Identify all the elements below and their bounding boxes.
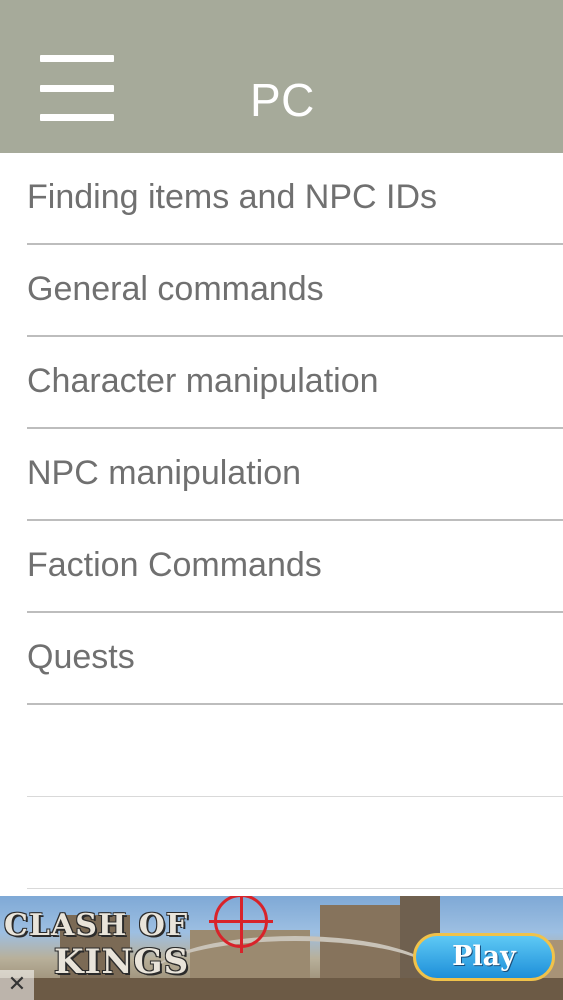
list-item-label: Finding items and NPC IDs [27,178,438,216]
app-screen: PC Finding items and NPC IDs General com… [0,0,563,1000]
ad-brand-line1: CLASH OF [4,908,189,943]
list-item-finding-items[interactable]: Finding items and NPC IDs [0,153,563,245]
menu-bar-bottom [40,114,114,121]
list-item-general-commands[interactable]: General commands [0,245,563,337]
ad-close-icon[interactable]: ✕ [0,970,34,1000]
list-item-quests[interactable]: Quests [0,613,563,705]
list-item-empty [0,705,563,797]
list-item-label: NPC manipulation [27,454,302,492]
app-header: PC [0,0,563,153]
list-item-label: Quests [27,638,135,676]
list-item-label: General commands [27,270,324,308]
menu-bar-middle [40,85,114,92]
list-item-empty [0,797,563,889]
list-item-npc-manipulation[interactable]: NPC manipulation [0,429,563,521]
page-title: PC [250,74,315,126]
menu-bar-top [40,55,114,62]
list-item-label: Faction Commands [27,546,322,584]
list-item-character-manipulation[interactable]: Character manipulation [0,337,563,429]
hamburger-menu-icon[interactable] [40,55,114,121]
crosshair-icon [209,896,273,953]
ad-play-button[interactable]: Play [413,933,555,981]
menu-list: Finding items and NPC IDs General comman… [0,153,563,889]
ad-banner[interactable]: CLASH OF KINGS Play ✕ [0,896,563,1000]
list-item-label: Character manipulation [27,362,379,400]
list-item-faction-commands[interactable]: Faction Commands [0,521,563,613]
list-divider [27,888,563,889]
